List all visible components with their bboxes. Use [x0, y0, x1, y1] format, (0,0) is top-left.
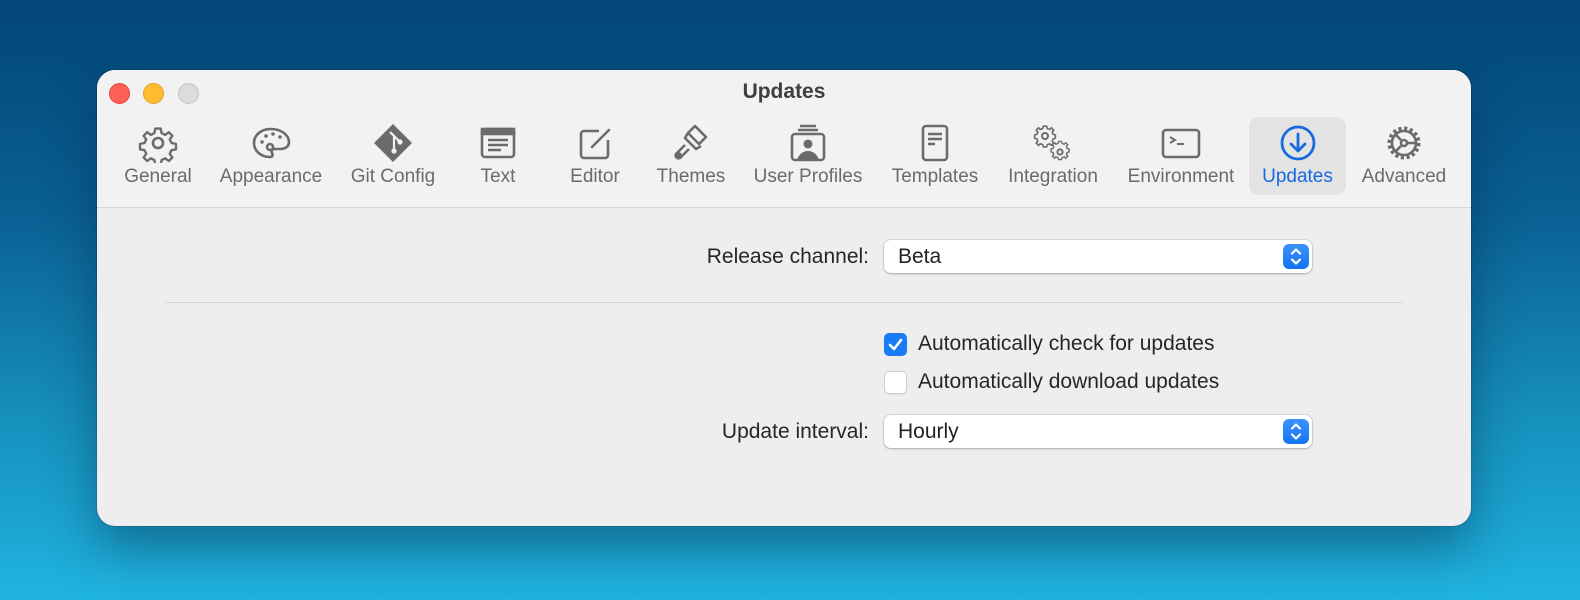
- auto-download-label: Automatically download updates: [918, 370, 1220, 393]
- chevron-up-down-icon: [1283, 419, 1309, 444]
- section-divider: [165, 302, 1403, 303]
- auto-check-checkbox-row[interactable]: Automatically check for updates: [884, 332, 1214, 356]
- tab-updates[interactable]: Updates: [1249, 117, 1346, 195]
- advanced-gear-icon: [1384, 123, 1424, 163]
- tab-environment[interactable]: Environment: [1121, 117, 1241, 195]
- tab-label: Updates: [1262, 166, 1333, 187]
- template-document-icon: [915, 123, 955, 163]
- release-channel-value: Beta: [898, 245, 942, 268]
- tab-label: Environment: [1127, 166, 1235, 187]
- auto-check-checkbox[interactable]: [884, 332, 907, 356]
- auto-download-checkbox[interactable]: [884, 370, 907, 394]
- gear-icon: [138, 123, 178, 163]
- window-title: Updates: [742, 80, 826, 103]
- update-interval-value: Hourly: [898, 420, 959, 443]
- tab-text[interactable]: Text: [459, 117, 537, 195]
- checkmark-icon: [888, 338, 903, 350]
- auto-check-label: Automatically check for updates: [918, 332, 1215, 355]
- title-bar: Updates General Appearance Git Config Te…: [97, 70, 1471, 208]
- tab-label: Templates: [891, 166, 979, 187]
- auto-download-checkbox-row[interactable]: Automatically download updates: [884, 370, 1219, 394]
- gears-icon: [1033, 123, 1073, 163]
- text-document-icon: [478, 123, 518, 163]
- chevron-up-down-icon: [1283, 244, 1309, 269]
- release-channel-select[interactable]: Beta: [884, 240, 1312, 273]
- tab-label: Integration: [1008, 166, 1098, 187]
- tab-git-config[interactable]: Git Config: [343, 117, 443, 195]
- palette-icon: [251, 123, 291, 163]
- tab-general[interactable]: General: [117, 117, 199, 195]
- tab-label: User Profiles: [753, 166, 863, 187]
- tab-label: General: [124, 166, 192, 187]
- tab-label: Themes: [656, 166, 726, 187]
- updates-pane: Release channel: Beta Automatically chec…: [97, 208, 1471, 526]
- tab-advanced[interactable]: Advanced: [1354, 117, 1454, 195]
- tab-appearance[interactable]: Appearance: [213, 117, 329, 195]
- update-interval-select[interactable]: Hourly: [884, 415, 1312, 448]
- preferences-toolbar: General Appearance Git Config Text Edito…: [97, 117, 1471, 197]
- user-profiles-icon: [788, 123, 828, 163]
- tab-themes[interactable]: Themes: [649, 117, 733, 195]
- tab-integration[interactable]: Integration: [997, 117, 1109, 195]
- tab-label: Editor: [570, 166, 620, 187]
- download-circle-icon: [1278, 123, 1318, 163]
- tab-user-profiles[interactable]: User Profiles: [747, 117, 869, 195]
- edit-pencil-icon: [575, 123, 615, 163]
- tab-label: Text: [480, 166, 516, 187]
- tab-label: Git Config: [350, 166, 436, 187]
- preferences-window: Updates General Appearance Git Config Te…: [97, 70, 1471, 526]
- tab-label: Advanced: [1361, 166, 1447, 187]
- release-channel-label: Release channel:: [706, 245, 869, 268]
- update-interval-label: Update interval:: [721, 420, 869, 443]
- tab-label: Appearance: [219, 166, 323, 187]
- terminal-icon: [1161, 123, 1201, 163]
- paintbrush-icon: [671, 123, 711, 163]
- tab-templates[interactable]: Templates: [883, 117, 987, 195]
- git-icon: [373, 123, 413, 163]
- tab-editor[interactable]: Editor: [555, 117, 635, 195]
